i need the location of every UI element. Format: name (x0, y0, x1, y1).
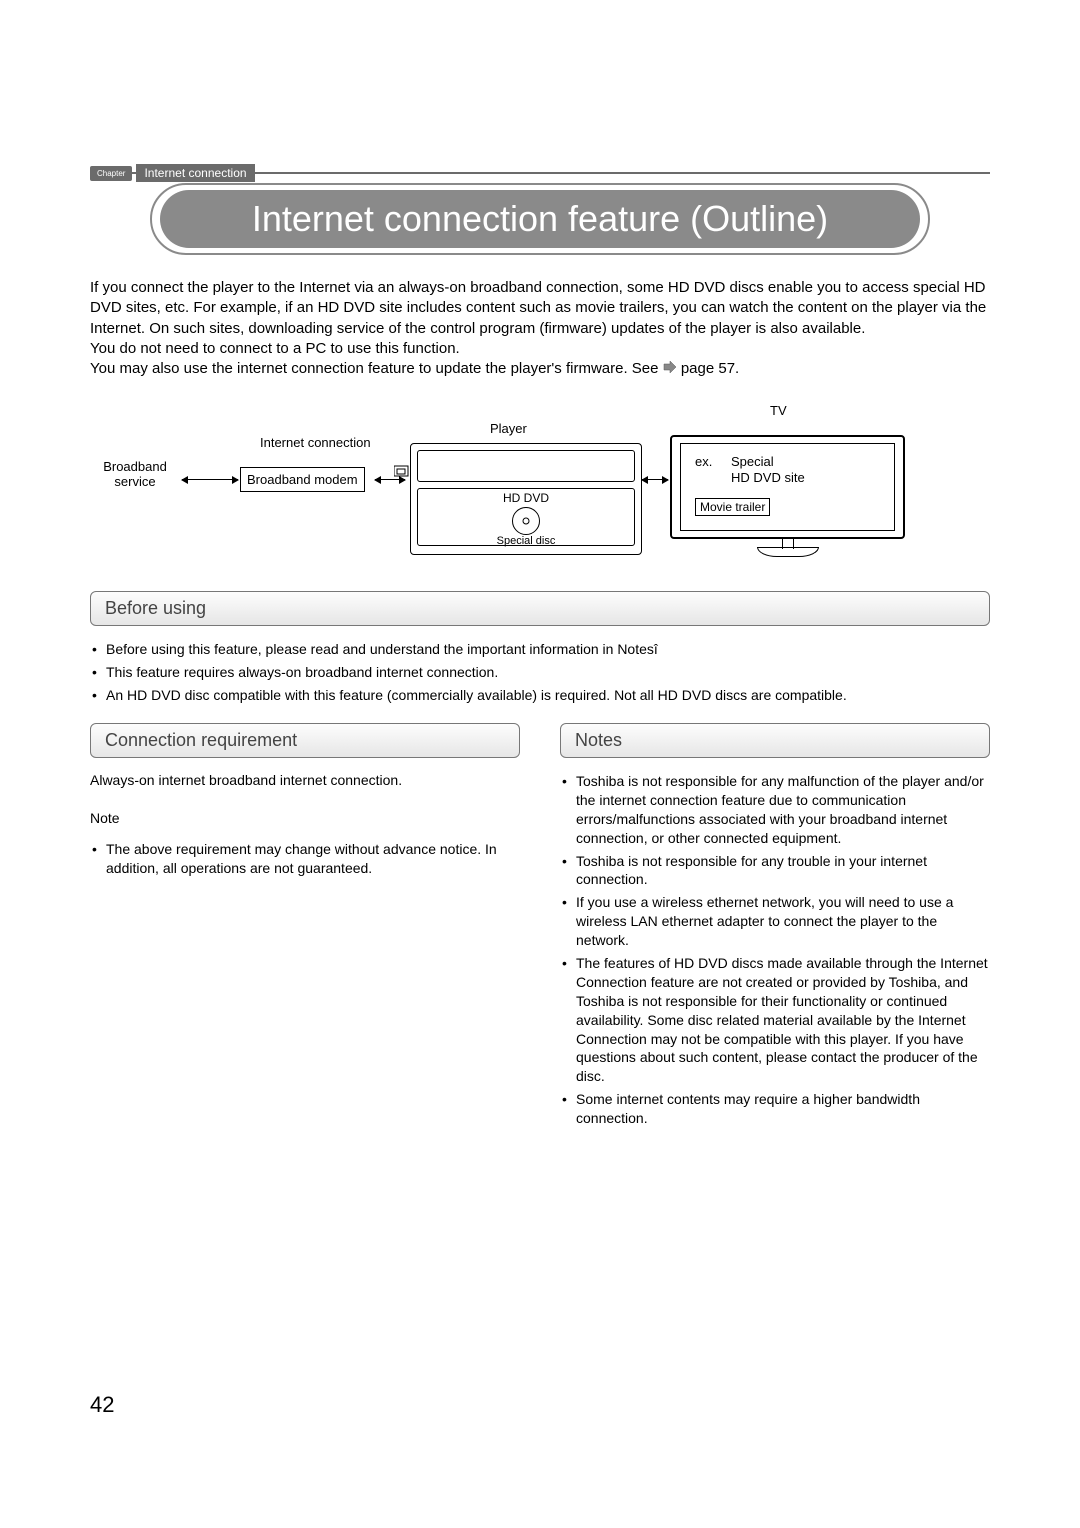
connection-diagram: Broadband service Broadband modem Intern… (90, 403, 990, 573)
arrow-player-tv (642, 479, 668, 480)
player-box: HD DVD Special disc (410, 443, 642, 555)
chapter-label: Chapter (90, 166, 132, 181)
heading-notes: Notes (560, 723, 990, 758)
box-broadband-modem: Broadband modem (240, 467, 365, 492)
page-ref-arrow-icon (663, 359, 677, 379)
tv-screen: ex. Special HD DVD site Movie trailer (680, 443, 895, 531)
list-item: The above requirement may change without… (90, 840, 520, 878)
col-notes: Notes Toshiba is not responsible for any… (560, 723, 990, 1132)
list-item: This feature requires always-on broadban… (90, 663, 990, 682)
manual-page: Chapter Internet connection Internet con… (0, 0, 1080, 1528)
connection-note-list: The above requirement may change without… (90, 840, 520, 878)
notes-list: Toshiba is not responsible for any malfu… (560, 772, 990, 1128)
tv-box: ex. Special HD DVD site Movie trailer (670, 417, 905, 557)
connection-requirement-text: Always-on internet broadband internet co… (90, 772, 520, 788)
intro-p2: You do not need to connect to a PC to us… (90, 339, 990, 359)
arrow-service-modem (182, 479, 238, 480)
page-title: Internet connection feature (Outline) (252, 198, 828, 240)
arrow-modem-player (375, 479, 405, 480)
note-subheading: Note (90, 810, 520, 826)
player-body: HD DVD Special disc (417, 488, 635, 546)
list-item: Some internet contents may require a hig… (560, 1090, 990, 1128)
col-connection-requirement: Connection requirement Always-on interne… (90, 723, 520, 1132)
player-top-deck (417, 450, 635, 482)
list-item: If you use a wireless ethernet network, … (560, 893, 990, 950)
list-item: Before using this feature, please read a… (90, 640, 990, 659)
before-using-list: Before using this feature, please read a… (90, 640, 990, 705)
label-broadband-service: Broadband service (90, 459, 180, 489)
list-item: An HD DVD disc compatible with this feat… (90, 686, 990, 705)
list-item: Toshiba is not responsible for any malfu… (560, 772, 990, 848)
columns: Connection requirement Always-on interne… (90, 723, 990, 1132)
intro-p3a: You may also use the internet connection… (90, 360, 663, 377)
label-special-site: Special HD DVD site (731, 454, 805, 485)
label-movie-trailer: Movie trailer (695, 498, 770, 516)
label-tv: TV (770, 403, 787, 418)
lan-port-icon (394, 464, 412, 478)
label-ex: ex. (695, 454, 712, 469)
label-player: Player (490, 421, 527, 436)
page-number: 42 (90, 1392, 114, 1418)
intro-p1: If you connect the player to the Interne… (90, 278, 990, 339)
disc-icon (512, 507, 540, 535)
label-special-disc: Special disc (497, 535, 556, 547)
title-container: Internet connection feature (Outline) (90, 190, 990, 248)
heading-connection-requirement: Connection requirement (90, 723, 520, 758)
label-internet-connection: Internet connection (260, 435, 371, 450)
header-badge: Chapter Internet connection (90, 164, 255, 182)
intro-text: If you connect the player to the Interne… (90, 278, 990, 379)
intro-p3: You may also use the internet connection… (90, 359, 990, 379)
intro-p3b: page 57. (681, 360, 739, 377)
section-label: Internet connection (136, 164, 254, 182)
list-item: Toshiba is not responsible for any troub… (560, 852, 990, 890)
label-hd-dvd: HD DVD (503, 491, 549, 505)
list-item: The features of HD DVD discs made availa… (560, 954, 990, 1086)
title-pill: Internet connection feature (Outline) (160, 190, 920, 248)
heading-before-using: Before using (90, 591, 990, 626)
